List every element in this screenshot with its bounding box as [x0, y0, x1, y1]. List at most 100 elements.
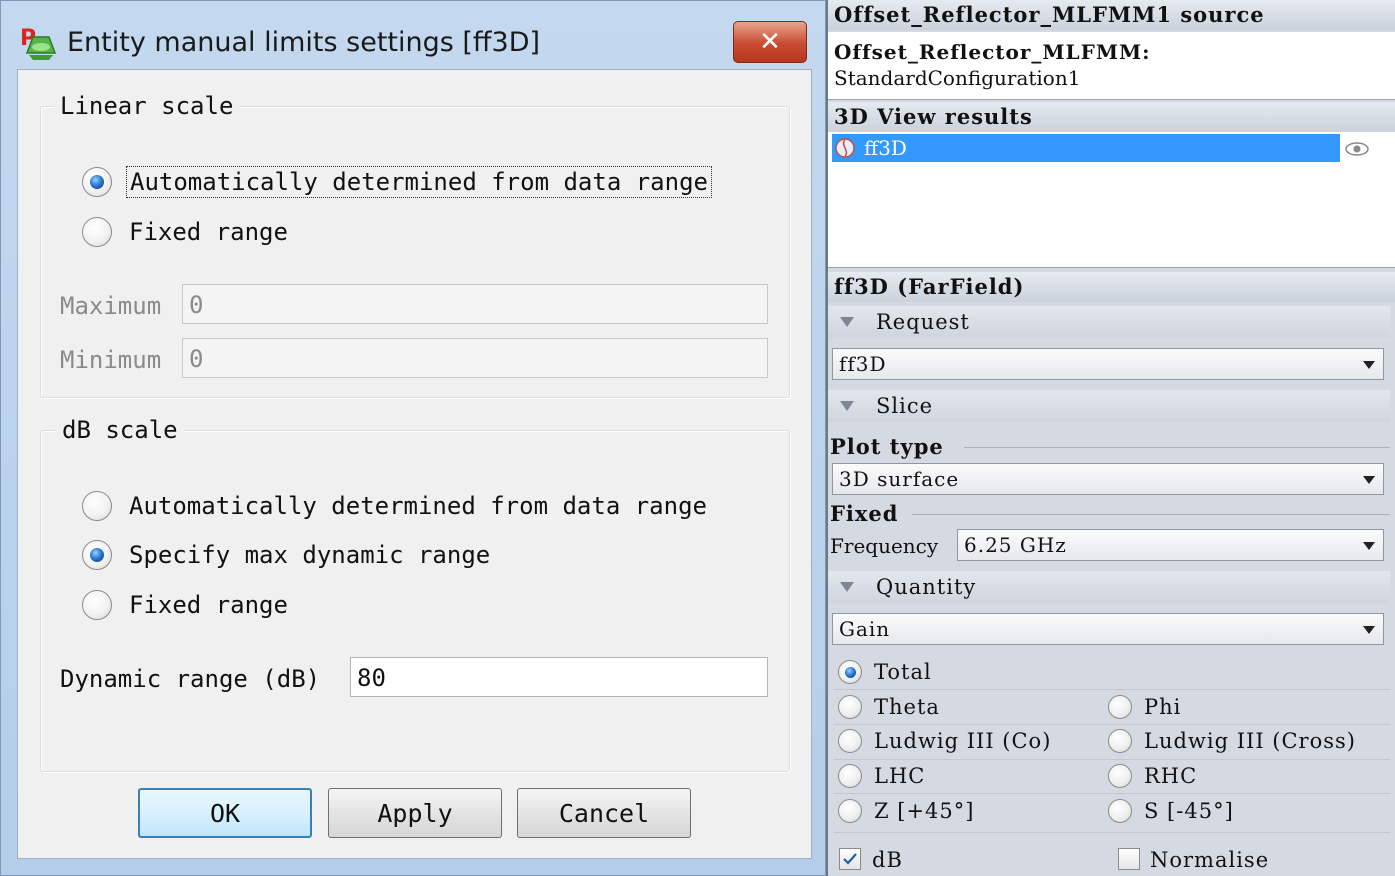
plot-type-value: 3D surface [839, 467, 960, 491]
chevron-down-icon [1363, 542, 1375, 550]
request-section[interactable]: Request [828, 306, 1390, 338]
ludwig-co-option[interactable]: Ludwig III (Co) [838, 727, 1051, 755]
lhc-label: LHC [874, 764, 926, 788]
checkmark-icon [843, 853, 857, 865]
db-checkbox[interactable] [839, 848, 861, 870]
rhc-option[interactable]: RHC [1108, 762, 1197, 790]
rhc-radio[interactable] [1108, 764, 1132, 788]
quantity-section[interactable]: Quantity [828, 571, 1390, 603]
collapse-arrow-icon [840, 317, 854, 327]
linear-fixed-radio[interactable] [82, 217, 112, 247]
db-auto-label: Automatically determined from data range [129, 492, 707, 520]
lhc-option[interactable]: LHC [838, 762, 925, 790]
theta-radio[interactable] [838, 695, 862, 719]
db-fixed-option[interactable]: Fixed range [82, 587, 291, 623]
result-item-label: ff3D [864, 136, 907, 160]
dialog-body: Linear scale Automatically determined fr… [17, 69, 812, 859]
collapse-arrow-icon [840, 582, 854, 592]
linear-auto-label: Automatically determined from data range [126, 166, 712, 198]
limits-dialog: P Entity manual limits settings [ff3D] ✕… [0, 0, 826, 876]
dialog-titlebar[interactable]: P Entity manual limits settings [ff3D] ✕ [1, 1, 827, 67]
row-divider [834, 832, 1390, 833]
db-auto-option[interactable]: Automatically determined from data range [82, 488, 710, 524]
dynamic-range-label: Dynamic range (dB) [60, 665, 321, 693]
request-dropdown-value: ff3D [839, 352, 887, 376]
chevron-down-icon [1363, 476, 1375, 484]
ludwig-cross-label: Ludwig III (Cross) [1144, 729, 1356, 753]
theta-label: Theta [874, 695, 940, 719]
z-label: Z [+45°] [874, 799, 975, 823]
slice-section[interactable]: Slice [828, 390, 1390, 422]
db-checkbox-label: dB [872, 848, 903, 872]
db-specify-option[interactable]: Specify max dynamic range [82, 537, 493, 573]
app-icon: P [20, 26, 57, 60]
request-section-label: Request [876, 310, 970, 334]
linear-auto-option[interactable]: Automatically determined from data range [82, 164, 712, 200]
close-button[interactable]: ✕ [733, 21, 807, 63]
source-box: Offset_Reflector_MLFMM: StandardConfigur… [828, 32, 1395, 100]
s-option[interactable]: S [-45°] [1108, 797, 1234, 825]
results-list[interactable]: ff3D [828, 132, 1395, 268]
row-divider [834, 793, 1390, 794]
theta-option[interactable]: Theta [838, 693, 940, 721]
db-fixed-label: Fixed range [129, 591, 288, 619]
maximum-input[interactable]: 0 [182, 284, 768, 324]
z-radio[interactable] [838, 799, 862, 823]
s-radio[interactable] [1108, 799, 1132, 823]
collapse-arrow-icon [840, 401, 854, 411]
fixed-divider [912, 514, 1390, 515]
quantity-dropdown[interactable]: Gain [832, 613, 1384, 645]
normalise-checkbox-label: Normalise [1150, 848, 1270, 872]
total-option[interactable]: Total [838, 658, 932, 686]
phi-option[interactable]: Phi [1108, 693, 1181, 721]
row-divider [834, 759, 1390, 760]
request-dropdown[interactable]: ff3D [832, 348, 1384, 380]
db-fixed-radio[interactable] [82, 590, 112, 620]
chevron-down-icon [1363, 626, 1375, 634]
cancel-button[interactable]: Cancel [517, 788, 691, 838]
db-specify-radio[interactable] [82, 540, 112, 570]
rhc-label: RHC [1144, 764, 1198, 788]
plot-type-divider [964, 447, 1390, 448]
linear-auto-radio[interactable] [82, 167, 112, 197]
frequency-label: Frequency [830, 534, 939, 558]
apply-button[interactable]: Apply [328, 788, 502, 838]
phi-radio[interactable] [1108, 695, 1132, 719]
close-icon: ✕ [759, 27, 781, 57]
ludwig-co-radio[interactable] [838, 729, 862, 753]
minimum-label: Minimum [60, 346, 162, 374]
frequency-dropdown[interactable]: 6.25 GHz [957, 529, 1384, 561]
row-divider [834, 689, 1390, 690]
results-header: 3D View results [828, 102, 1395, 132]
plot-type-dropdown[interactable]: 3D surface [832, 463, 1384, 495]
ok-button[interactable]: OK [138, 788, 312, 838]
source-name: Offset_Reflector_MLFMM: [834, 40, 1151, 64]
ludwig-cross-radio[interactable] [1108, 729, 1132, 753]
properties-panel: Offset_Reflector_MLFMM1 source Offset_Re… [826, 0, 1395, 876]
result-item-ff3d[interactable]: ff3D [832, 134, 1340, 162]
dialog-title: Entity manual limits settings [ff3D] [67, 27, 541, 58]
lhc-radio[interactable] [838, 764, 862, 788]
chevron-down-icon [1363, 361, 1375, 369]
total-radio[interactable] [838, 660, 862, 684]
source-config: StandardConfiguration1 [834, 66, 1081, 90]
ludwig-co-label: Ludwig III (Co) [874, 729, 1052, 753]
plot-type-label: Plot type [830, 434, 944, 459]
slice-section-label: Slice [876, 394, 934, 418]
db-scale-title: dB scale [56, 416, 184, 444]
ludwig-cross-option[interactable]: Ludwig III (Cross) [1108, 727, 1356, 755]
dynamic-range-input[interactable]: 80 [350, 657, 768, 697]
minimum-input[interactable]: 0 [182, 338, 768, 378]
entity-header: ff3D (FarField) [828, 272, 1395, 302]
z-option[interactable]: Z [+45°] [838, 797, 974, 825]
linear-fixed-label: Fixed range [129, 218, 288, 246]
quantity-value: Gain [839, 617, 891, 641]
result-icon [835, 138, 855, 158]
linear-fixed-option[interactable]: Fixed range [82, 214, 291, 250]
normalise-checkbox[interactable] [1118, 848, 1140, 870]
db-auto-radio[interactable] [82, 491, 112, 521]
eye-icon[interactable] [1344, 140, 1370, 158]
total-label: Total [874, 660, 932, 684]
quantity-section-label: Quantity [876, 575, 977, 599]
fixed-label: Fixed [830, 501, 899, 526]
